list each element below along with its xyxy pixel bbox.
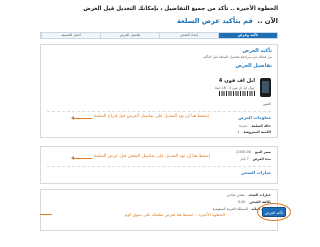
row-key: مدة العرض xyxy=(252,157,271,161)
title-prefix: الآن .. xyxy=(257,17,278,25)
barcode-icon xyxy=(219,91,255,96)
progress-steps: تأكيد وعرض إعداد الشحن تفاصيل العرض اختي… xyxy=(40,32,278,39)
pricing-title: معلومات العرض xyxy=(238,115,271,120)
step-shipping: إعداد الشحن xyxy=(159,33,218,38)
pricing-row: سعر البيع2,000.00 xyxy=(236,150,271,154)
step-category: اختيار التصنيف xyxy=(41,33,100,38)
highlight-ring xyxy=(257,203,291,221)
shipping-title: خيارات الشحن xyxy=(241,170,271,175)
image-label: الصور xyxy=(262,102,271,106)
step-confirm: تأكيد وعرض xyxy=(218,33,277,38)
final-hint: الخطوة الأخيرة .. اضغط هنا لعرض سلعتك عل… xyxy=(124,212,225,217)
title-action: قم بتأكيد عرض السلعة xyxy=(176,17,253,25)
product-image[interactable] xyxy=(260,78,271,97)
pricing-row: الكمية المعروضة1 xyxy=(237,130,271,134)
row-value: 0.00 xyxy=(237,200,246,204)
details-title: تفاصيل العرض xyxy=(235,63,272,69)
row-key: خيارات الشحن xyxy=(248,193,271,197)
row-key: حالة السلعة xyxy=(251,124,271,128)
pricing-panel: سعر البيع2,000.00 مدة العرض7 أيام خيارات… xyxy=(40,146,278,184)
row-key: سعر البيع xyxy=(254,150,271,154)
row-value: جديدة xyxy=(239,124,248,128)
page-instruction: الخطوة الأخيرة .. تأكد من جميع التفاصيل … xyxy=(83,6,278,12)
step-details: تفاصيل العرض xyxy=(100,33,159,38)
row-value: المملكة العربية السعودية xyxy=(212,207,248,211)
edit-details-link[interactable]: إضغط هنا إن تود التعديل على تفاصيل العرض… xyxy=(94,114,209,119)
row-value: 7 أيام xyxy=(240,157,249,161)
shipping-row: خيارات الشحنشحن مجاني xyxy=(227,193,271,197)
row-value: شحن مجاني xyxy=(226,193,245,197)
row-value: 1 xyxy=(237,130,240,134)
shipping-panel: خيارات الشحنشحن مجاني تكلفة الشحن0.00 عن… xyxy=(40,189,278,231)
product-title: ابل اف فون 4 xyxy=(218,78,255,84)
row-value: 2,000.00 xyxy=(235,150,251,154)
row-key: الكمية المعروضة xyxy=(243,130,271,134)
review-panel: تأكيد العرض من فضلك قم بمراجعة تفاصيل ال… xyxy=(40,44,278,138)
review-title: تأكيد العرض xyxy=(242,48,272,54)
page-title: الآن .. قم بتأكيد عرض السلعة xyxy=(177,17,278,25)
divider xyxy=(47,111,271,112)
arrow-icon xyxy=(71,116,92,120)
pricing-row: مدة العرض7 أيام xyxy=(240,157,271,161)
product-subtitle: جوال ابل اي فون 4 - 16 جيجا xyxy=(214,86,255,90)
pricing-row: حالة السلعةجديدة xyxy=(239,124,271,128)
divider xyxy=(47,166,271,167)
arrow-icon xyxy=(71,156,92,160)
edit-shipping-link[interactable]: إضغط هنا إن تود التعديل على تفاصيل الشحن… xyxy=(94,154,210,159)
